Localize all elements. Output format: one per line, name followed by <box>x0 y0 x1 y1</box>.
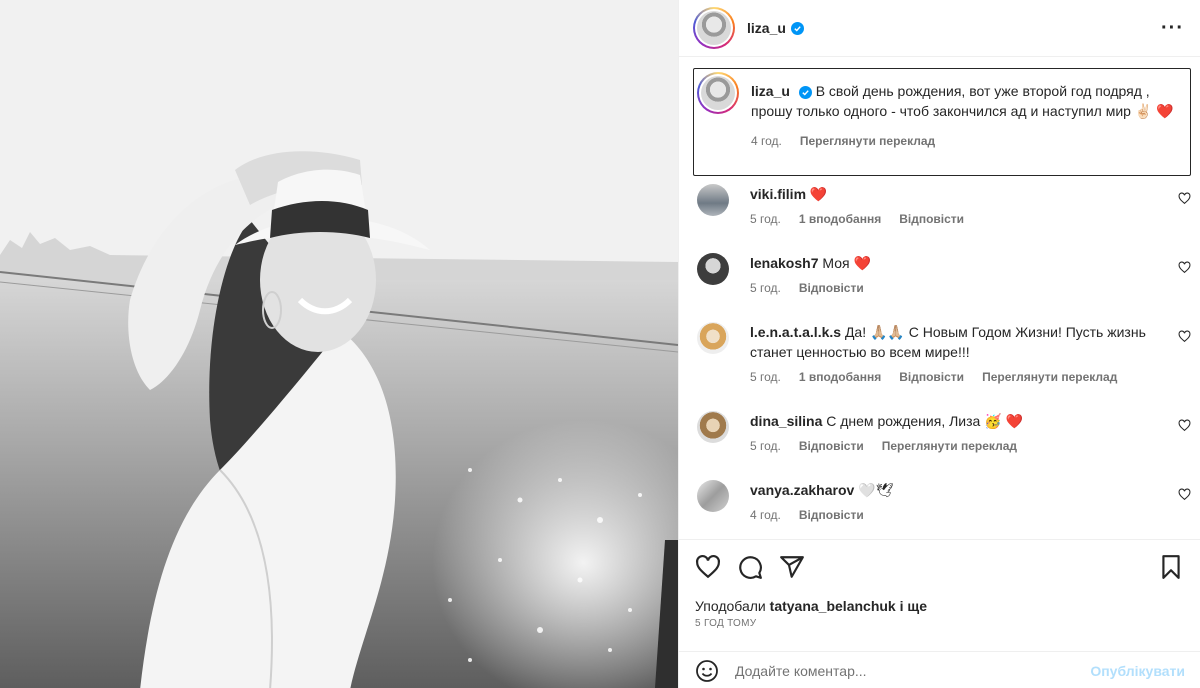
like-heart-icon[interactable] <box>695 554 721 580</box>
like-comment-heart-icon[interactable] <box>1178 419 1191 432</box>
post-side-panel: liza_u ··· liza_u В свой день рождения, … <box>678 0 1200 688</box>
comment-likes[interactable]: 1 вподобання <box>799 211 881 227</box>
post-header: liza_u ··· <box>679 0 1200 57</box>
instagram-post-modal: liza_u ··· liza_u В свой день рождения, … <box>0 0 1200 688</box>
comment: dina_silina С днем рождения, Лиза 🥳 ❤️ 5… <box>697 411 1191 454</box>
like-comment-heart-icon[interactable] <box>1178 192 1191 205</box>
commenter-avatar[interactable] <box>697 480 729 512</box>
comment: viki.filim ❤️ 5 год. 1 вподобання Відпов… <box>697 184 1191 227</box>
translate-button[interactable]: Переглянути переклад <box>882 438 1017 454</box>
commenter-avatar[interactable] <box>697 411 729 443</box>
commenter-avatar[interactable] <box>697 322 729 354</box>
comment-time: 5 год. <box>750 281 781 295</box>
liked-by-user[interactable]: tatyana_belanchuk <box>770 598 896 614</box>
comment-username[interactable]: viki.filim <box>750 186 806 202</box>
comment-time: 4 год. <box>750 508 781 522</box>
liked-by-others[interactable]: і ще <box>900 598 927 614</box>
comment-text: ❤️ <box>809 186 828 202</box>
author-avatar[interactable] <box>693 7 735 49</box>
save-bookmark-icon[interactable] <box>1158 554 1184 580</box>
caption-time: 4 год. <box>751 134 782 148</box>
caption-translate-button[interactable]: Переглянути переклад <box>800 131 935 151</box>
comment-input[interactable] <box>735 662 1091 679</box>
comment-time: 5 год. <box>750 370 781 384</box>
reply-button[interactable]: Відповісти <box>799 280 864 296</box>
post-photo[interactable] <box>0 0 678 688</box>
commenter-avatar[interactable] <box>697 253 729 285</box>
like-comment-heart-icon[interactable] <box>1178 488 1191 501</box>
emoji-picker-icon[interactable] <box>695 659 719 683</box>
photo-illustration <box>0 0 678 688</box>
like-comment-heart-icon[interactable] <box>1178 261 1191 274</box>
comment-username[interactable]: l.e.n.a.t.a.l.k.s <box>750 324 841 340</box>
comment: lenakosh7 Моя ❤️ 5 год. Відповісти <box>697 253 1191 296</box>
comment-text: 🤍🕊 <box>858 482 894 498</box>
comment-username[interactable]: dina_silina <box>750 413 822 429</box>
comment-time: 5 год. <box>750 212 781 226</box>
caption: liza_u В свой день рождения, вот уже вто… <box>693 68 1191 176</box>
post-actions: Уподобали tatyana_belanchuk і ще 5 ГОД Т… <box>679 539 1200 688</box>
comment-text: С днем рождения, Лиза 🥳 ❤️ <box>826 413 1023 429</box>
comment-time: 5 год. <box>750 439 781 453</box>
comment-username[interactable]: lenakosh7 <box>750 255 818 271</box>
caption-text: В свой день рождения, вот уже второй год… <box>751 83 1174 119</box>
like-comment-heart-icon[interactable] <box>1178 330 1191 343</box>
comment: vanya.zakharov 🤍🕊 4 год. Відповісти <box>697 480 1191 523</box>
reply-button[interactable]: Відповісти <box>899 211 964 227</box>
author-username[interactable]: liza_u <box>747 20 786 36</box>
reply-button[interactable]: Відповісти <box>799 438 864 454</box>
comment-text: Моя ❤️ <box>822 255 871 271</box>
publish-button[interactable]: Опублікувати <box>1090 663 1185 679</box>
liked-by-prefix: Уподобали <box>695 598 766 614</box>
verified-badge-icon <box>790 21 804 35</box>
caption-username[interactable]: liza_u <box>751 83 790 99</box>
add-comment-bar: Опублікувати <box>679 651 1200 688</box>
comment: l.e.n.a.t.a.l.k.s Да! 🙏🏼🙏🏼 С Новым Годом… <box>697 322 1191 385</box>
comment-bubble-icon[interactable] <box>737 554 763 580</box>
comment-likes[interactable]: 1 вподобання <box>799 369 881 385</box>
reply-button[interactable]: Відповісти <box>799 507 864 523</box>
caption-author-avatar[interactable] <box>697 72 739 114</box>
post-timestamp: 5 ГОД ТОМУ <box>695 618 757 629</box>
reply-button[interactable]: Відповісти <box>899 369 964 385</box>
verified-badge-icon <box>798 86 812 99</box>
more-options-icon[interactable]: ··· <box>1161 17 1184 40</box>
share-send-icon[interactable] <box>779 554 805 580</box>
liked-by-summary: Уподобали tatyana_belanchuk і ще <box>695 598 927 614</box>
translate-button[interactable]: Переглянути переклад <box>982 369 1117 385</box>
commenter-avatar[interactable] <box>697 184 729 216</box>
comment-username[interactable]: vanya.zakharov <box>750 482 854 498</box>
